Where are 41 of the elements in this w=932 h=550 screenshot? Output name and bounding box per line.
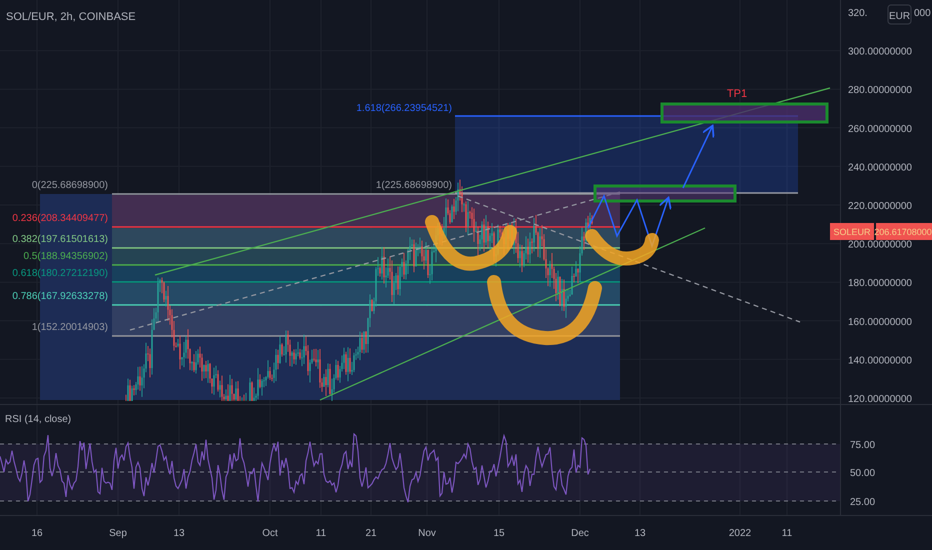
time-axis-label: Dec — [571, 528, 589, 539]
fib-level-label: 1.618(266.23954521) — [356, 103, 452, 114]
time-axis-label: Nov — [418, 528, 436, 539]
fib-level-label: 0.618(180.27212190) — [12, 268, 108, 279]
price-axis-label: 200.00000000 — [848, 240, 912, 251]
fib-level-label: 0.5(188.94356902) — [23, 251, 108, 262]
rsi-axis-label: 25.00 — [850, 497, 876, 508]
fib-level-label: 0.236(208.34409477) — [12, 213, 108, 224]
time-axis-label: 15 — [493, 528, 505, 539]
price-axis-label: 260.00000000 — [848, 124, 912, 135]
fib-level-label: 0.382(197.61501613) — [12, 234, 108, 245]
time-axis-label: 13 — [173, 528, 185, 539]
time-axis-label: 11 — [316, 528, 326, 539]
price-axis-label: 240.00000000 — [848, 162, 912, 174]
time-axis-label: 13 — [634, 528, 646, 539]
target-label: TP1 — [726, 88, 748, 100]
price-axis-label: 320. — [848, 8, 868, 19]
price-axis-label: 140.00000000 — [848, 355, 912, 366]
price-axis-label: 180.00000000 — [848, 278, 912, 290]
time-axis-label: 11 — [782, 528, 792, 539]
rsi-axis-label: 75.00 — [850, 440, 876, 451]
fib-level-label: 1(152.20014903) — [32, 322, 108, 333]
fib-level-label: 0(225.68698900) — [32, 180, 108, 191]
time-axis-label: 16 — [31, 528, 43, 539]
price-axis-label: 120.00000000 — [848, 394, 912, 405]
price-axis-label: 300.00000000 — [848, 46, 912, 58]
time-axis-label: Oct — [262, 528, 278, 539]
symbol-tag: SOLEUR — [830, 223, 874, 240]
price-axis-label: 000 — [914, 8, 931, 19]
symbol-title: SOL/EUR, 2h, COINBASE — [6, 11, 136, 23]
price-axis-label: 220.00000000 — [848, 201, 912, 212]
time-axis-label: Sep — [109, 528, 127, 539]
fib-level-label: 0.786(167.92633278) — [12, 291, 108, 302]
time-axis-label: 2022 — [728, 528, 752, 539]
time-axis-label: 21 — [365, 528, 377, 539]
price-axis-label: 160.00000000 — [848, 316, 912, 328]
rsi-axis-label: 50.00 — [850, 468, 876, 479]
currency-badge[interactable]: EUR — [888, 4, 912, 24]
fib-level-label: 1(225.68698900) — [376, 180, 452, 191]
rsi-title: RSI (14, close) — [5, 414, 72, 425]
price-axis-label: 280.00000000 — [848, 85, 912, 96]
